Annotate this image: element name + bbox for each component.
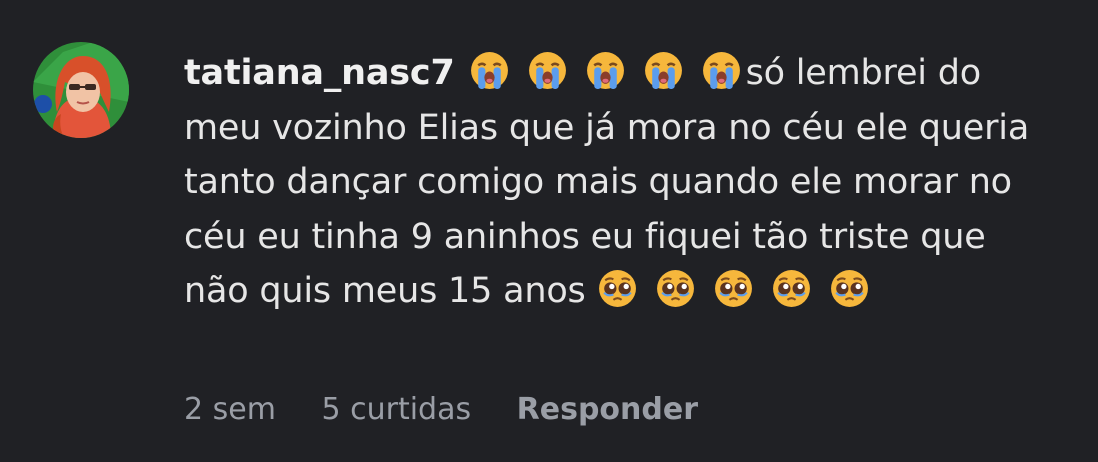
pleading-face-icon: [771, 268, 812, 309]
comment-body: tatiana_nasc7 só lembrei do meu vozinho E…: [184, 46, 1054, 319]
leading-emoji-row: [469, 50, 746, 93]
reply-button[interactable]: Responder: [517, 392, 698, 427]
pleading-face-icon: [597, 268, 638, 309]
comment: tatiana_nasc7 só lembrei do meu vozinho E…: [0, 0, 1098, 462]
loudly-crying-face-icon: [469, 50, 510, 91]
trailing-emoji-row: [597, 268, 887, 311]
pleading-face-icon: [655, 268, 696, 309]
pleading-face-icon: [829, 268, 870, 309]
comment-meta: 2 sem 5 curtidas Responder: [184, 392, 734, 427]
likes-count[interactable]: 5 curtidas: [321, 392, 471, 427]
avatar[interactable]: [33, 42, 129, 138]
loudly-crying-face-icon: [701, 50, 742, 91]
loudly-crying-face-icon: [643, 50, 684, 91]
loudly-crying-face-icon: [585, 50, 626, 91]
loudly-crying-face-icon: [527, 50, 568, 91]
pleading-face-icon: [713, 268, 754, 309]
timestamp[interactable]: 2 sem: [184, 392, 276, 427]
username[interactable]: tatiana_nasc7: [184, 53, 455, 93]
